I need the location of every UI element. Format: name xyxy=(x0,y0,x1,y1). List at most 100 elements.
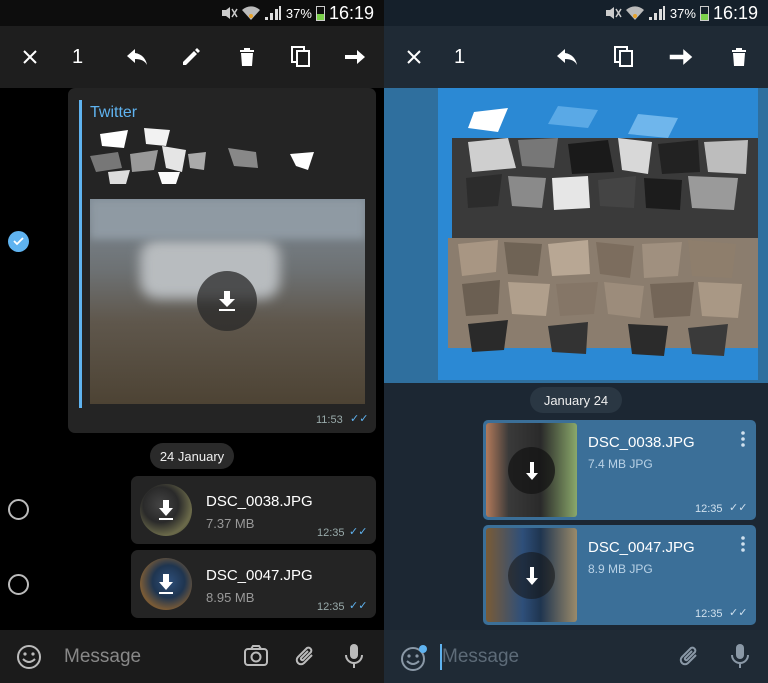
message-time: 11:53 xyxy=(316,414,343,426)
link-preview-message[interactable]: Twitter 11:53 ✓✓ xyxy=(68,88,376,433)
copy-icon xyxy=(291,46,310,67)
voice-button[interactable] xyxy=(344,643,364,674)
reply-button[interactable] xyxy=(117,26,157,88)
file-message[interactable]: DSC_0038.JPG 7.4 MB JPG 12:35 ✓✓ xyxy=(483,420,756,520)
check-icon xyxy=(13,237,24,246)
forward-button[interactable] xyxy=(335,26,375,88)
read-checks-icon: ✓✓ xyxy=(729,607,748,619)
forward-arrow-icon xyxy=(345,50,365,64)
read-checks-icon: ✓✓ xyxy=(349,526,368,538)
battery-icon xyxy=(699,5,709,21)
download-arrow-icon xyxy=(525,566,538,585)
read-checks-icon: ✓✓ xyxy=(349,600,368,612)
close-icon xyxy=(407,50,421,64)
file-message[interactable]: DSC_0047.JPG 8.95 MB 12:35 ✓✓ xyxy=(131,550,376,618)
more-options-icon[interactable] xyxy=(740,430,746,448)
trash-icon xyxy=(240,48,254,66)
emoji-button[interactable] xyxy=(16,644,42,675)
download-icon xyxy=(219,291,235,311)
message-time: 12:35 xyxy=(317,601,345,613)
copy-button[interactable] xyxy=(281,26,321,88)
smiley-icon xyxy=(17,645,41,669)
attach-button[interactable] xyxy=(678,644,702,675)
battery-percent: 37% xyxy=(285,5,312,21)
select-circle[interactable] xyxy=(8,574,29,595)
download-button[interactable] xyxy=(197,271,257,331)
close-selection-button[interactable] xyxy=(394,26,434,88)
delete-button[interactable] xyxy=(227,26,267,88)
status-bar: 37% 16:19 xyxy=(0,0,384,26)
file-size: 8.9 MB JPG xyxy=(588,562,653,576)
wifi-icon xyxy=(625,5,644,21)
message-time: 12:35 xyxy=(695,608,723,620)
file-name: DSC_0038.JPG xyxy=(588,434,695,451)
message-time: 12:35 xyxy=(317,527,345,539)
file-thumbnail[interactable] xyxy=(486,423,577,517)
wifi-icon xyxy=(241,5,260,21)
file-message[interactable]: DSC_0047.JPG 8.9 MB JPG 12:35 ✓✓ xyxy=(483,525,756,625)
pixelated-text xyxy=(88,124,328,186)
battery-icon xyxy=(315,5,325,21)
emoji-button[interactable] xyxy=(400,644,428,677)
quote-bar xyxy=(79,100,82,408)
forward-button[interactable] xyxy=(661,26,701,88)
voice-button[interactable] xyxy=(730,643,750,674)
copy-button[interactable] xyxy=(604,26,644,88)
file-size: 7.37 MB xyxy=(206,516,255,531)
signal-icon xyxy=(648,5,666,21)
file-name: DSC_0047.JPG xyxy=(588,539,695,556)
message-time: 12:35 xyxy=(695,503,723,515)
attach-button[interactable] xyxy=(294,644,318,675)
reply-button[interactable] xyxy=(547,26,587,88)
download-arrow-icon xyxy=(525,461,538,480)
selected-count: 1 xyxy=(72,45,84,68)
selection-toolbar: 1 xyxy=(0,26,384,88)
selection-toolbar: 1 xyxy=(384,26,768,88)
delete-button[interactable] xyxy=(719,26,759,88)
more-options-icon[interactable] xyxy=(740,535,746,553)
reply-icon xyxy=(127,49,147,65)
file-thumbnail[interactable] xyxy=(486,528,577,622)
left-screen: 37% 16:19 1 Twitter 11:53 ✓✓ 24 January … xyxy=(0,0,384,683)
download-icon xyxy=(140,558,192,610)
edit-button[interactable] xyxy=(171,26,211,88)
message-selected-check[interactable] xyxy=(8,231,29,252)
file-thumbnail[interactable] xyxy=(140,558,192,610)
download-icon xyxy=(140,484,192,536)
status-bar: 37% 16:19 xyxy=(384,0,768,26)
file-size: 7.4 MB JPG xyxy=(588,457,653,471)
camera-button[interactable] xyxy=(243,644,269,673)
message-input[interactable]: Message xyxy=(442,646,519,668)
link-site-name: Twitter xyxy=(90,104,138,121)
close-icon xyxy=(23,50,37,64)
date-separator: January 24 xyxy=(530,387,622,413)
selected-count: 1 xyxy=(454,45,466,68)
right-screen: 37% 16:19 1 January 24 DSC_0038.JPG 7.4 … xyxy=(384,0,768,683)
pencil-icon xyxy=(183,48,200,65)
reply-icon xyxy=(557,49,577,65)
download-button[interactable] xyxy=(508,447,555,494)
forward-arrow-icon xyxy=(669,49,693,65)
file-thumbnail[interactable] xyxy=(140,484,192,536)
file-size: 8.95 MB xyxy=(206,590,255,605)
copy-icon xyxy=(614,46,633,67)
select-circle[interactable] xyxy=(8,499,29,520)
date-separator: 24 January xyxy=(150,443,234,469)
battery-percent: 37% xyxy=(669,5,696,21)
photo-image[interactable] xyxy=(438,88,758,380)
trash-icon xyxy=(732,48,746,66)
file-message[interactable]: DSC_0038.JPG 7.37 MB 12:35 ✓✓ xyxy=(131,476,376,544)
selected-photo-message[interactable] xyxy=(384,88,768,383)
read-checks-icon: ✓✓ xyxy=(729,502,748,514)
message-input[interactable]: Message xyxy=(64,646,141,668)
mute-icon xyxy=(604,6,622,20)
link-preview-image[interactable] xyxy=(90,199,365,404)
download-button[interactable] xyxy=(508,552,555,599)
clock: 16:19 xyxy=(328,2,374,23)
close-selection-button[interactable] xyxy=(10,26,50,88)
mute-icon xyxy=(220,6,238,20)
signal-icon xyxy=(264,5,282,21)
paperclip-icon xyxy=(295,646,313,666)
read-checks-icon: ✓✓ xyxy=(350,413,369,425)
smiley-icon xyxy=(401,645,427,671)
